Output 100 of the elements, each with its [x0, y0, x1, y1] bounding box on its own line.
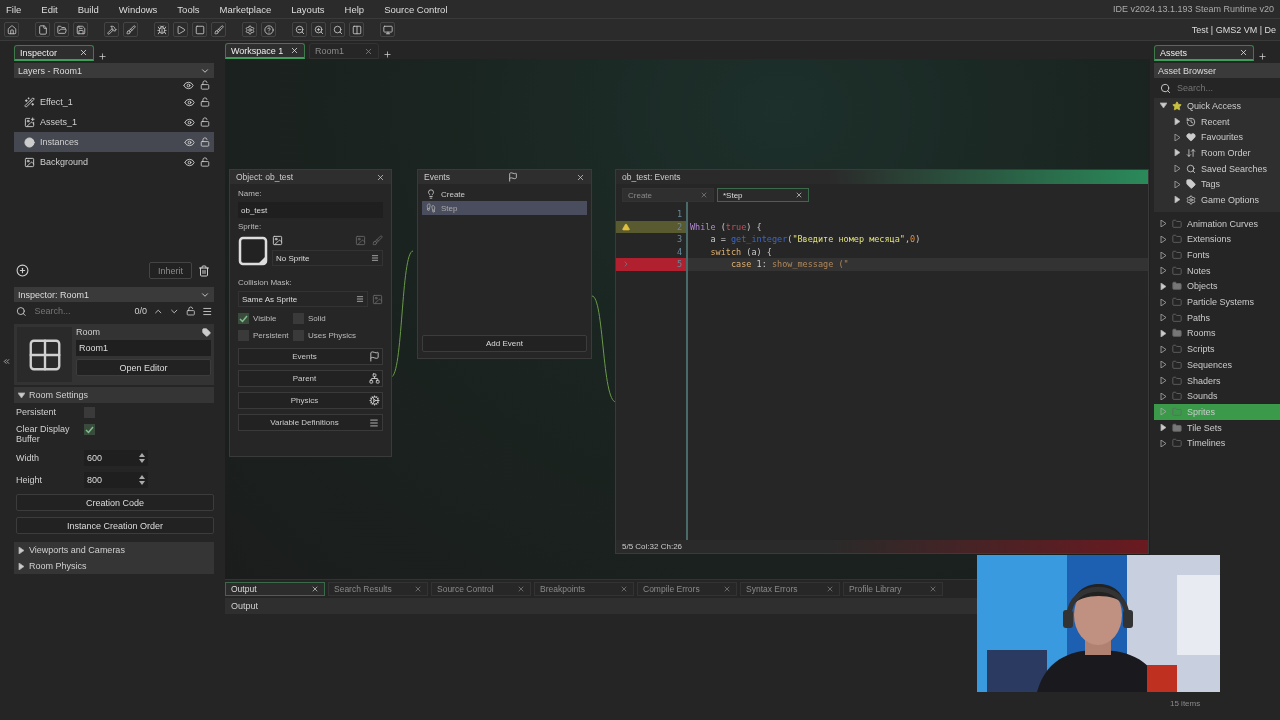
number-field[interactable]: 800	[84, 472, 148, 488]
object-button[interactable]: Variable Definitions	[238, 414, 383, 431]
tree-item[interactable]: Sequences	[1154, 357, 1280, 373]
expand-arrow-icon[interactable]	[1174, 149, 1181, 157]
expand-arrow-icon[interactable]	[1174, 165, 1181, 173]
collapse-arrow-icon[interactable]	[18, 391, 25, 399]
folder-icon[interactable]	[54, 22, 69, 37]
brush-icon[interactable]	[211, 22, 226, 37]
menu-item[interactable]: File	[6, 3, 22, 15]
tree-item[interactable]: Shaders	[1154, 372, 1280, 389]
tree-item[interactable]: Tile Sets	[1154, 419, 1280, 436]
expand-arrow-icon[interactable]	[1160, 439, 1167, 447]
object-button[interactable]: Parent	[238, 370, 383, 387]
layer-row[interactable]: Assets_1	[14, 112, 214, 132]
menu-item[interactable]: Tools	[177, 3, 200, 15]
tree-item[interactable]: Extensions	[1154, 231, 1280, 248]
panel-tab[interactable]: Assets	[1154, 45, 1254, 61]
object-button[interactable]: Events	[238, 348, 383, 365]
search-icon[interactable]	[330, 22, 345, 37]
expand-arrow-icon[interactable]	[1160, 235, 1167, 243]
section-header[interactable]: Room Physics	[14, 558, 214, 574]
menu-icon[interactable]	[371, 254, 379, 262]
expand-arrow-icon[interactable]	[1160, 345, 1167, 353]
expand-arrow-icon[interactable]	[1160, 377, 1167, 385]
menu-item[interactable]: Layouts	[291, 3, 325, 15]
output-tab[interactable]: Source Control	[431, 582, 531, 596]
code-tab[interactable]: Create	[622, 188, 714, 202]
close-icon[interactable]	[364, 46, 373, 56]
expand-arrow-icon[interactable]	[18, 562, 25, 570]
collapse-panel-icon[interactable]	[2, 357, 11, 366]
event-item[interactable]: Create	[422, 187, 587, 201]
trash-icon[interactable]	[198, 264, 210, 277]
tree-item[interactable]: Rooms	[1154, 325, 1280, 342]
tree-item[interactable]: Saved Searches	[1154, 160, 1280, 177]
settings-icon[interactable]	[242, 22, 257, 37]
tree-item[interactable]: Objects	[1154, 278, 1280, 295]
help-icon[interactable]	[261, 22, 276, 37]
eye-icon[interactable]	[183, 79, 194, 91]
checkbox[interactable]	[84, 424, 95, 435]
close-icon[interactable]	[376, 172, 385, 182]
menu-item[interactable]: Windows	[118, 3, 158, 15]
tree-item[interactable]: Timelines	[1154, 435, 1280, 452]
name-field[interactable]: ob_test	[238, 202, 383, 218]
tag-icon[interactable]	[202, 327, 211, 337]
expand-arrow-icon[interactable]	[1174, 118, 1181, 126]
workspace-tab[interactable]: Workspace 1	[225, 43, 305, 59]
settings-button[interactable]: Creation Code	[16, 494, 214, 511]
monitor-icon[interactable]	[380, 22, 395, 37]
code-tab[interactable]: *Step	[717, 188, 809, 202]
lock-icon[interactable]	[200, 97, 210, 107]
tree-item[interactable]: Sounds	[1154, 388, 1280, 405]
object-button[interactable]: Physics	[238, 392, 383, 409]
menu-item[interactable]: Help	[344, 3, 365, 15]
lock-icon[interactable]	[200, 137, 210, 147]
checkbox[interactable]	[238, 313, 249, 324]
expand-arrow-icon[interactable]	[1160, 424, 1167, 432]
zoom-in-icon[interactable]	[311, 22, 326, 37]
expand-arrow-icon[interactable]	[18, 546, 25, 554]
settings-button[interactable]: Instance Creation Order	[16, 517, 214, 534]
play-icon[interactable]	[173, 22, 188, 37]
expand-arrow-icon[interactable]	[1160, 361, 1167, 369]
tree-item[interactable]: Favourites	[1154, 129, 1280, 146]
layer-row[interactable]: Background	[14, 152, 214, 172]
section-header[interactable]: Viewports and Cameras	[14, 542, 214, 558]
layers-dropdown[interactable]: Layers - Room1	[14, 63, 214, 78]
bug-icon[interactable]	[154, 22, 169, 37]
expand-arrow-icon[interactable]	[1160, 267, 1167, 275]
tree-item[interactable]: Tags	[1154, 176, 1280, 193]
add-tab-icon[interactable]	[383, 50, 392, 59]
eye-icon[interactable]	[184, 116, 195, 128]
output-tab[interactable]: Syntax Errors	[740, 582, 840, 596]
tree-item[interactable]: Paths	[1154, 309, 1280, 326]
spinner-icon[interactable]	[139, 453, 145, 463]
eye-icon[interactable]	[184, 96, 195, 108]
open-editor-button[interactable]: Open Editor	[76, 359, 211, 376]
section-header[interactable]: Room Settings	[14, 387, 214, 403]
menu-icon[interactable]	[356, 295, 364, 303]
tree-item[interactable]: Game Options	[1154, 192, 1280, 208]
expand-arrow-icon[interactable]	[1160, 298, 1167, 306]
add-tab-icon[interactable]	[98, 52, 107, 61]
zoom-out-icon[interactable]	[292, 22, 307, 37]
expand-arrow-icon[interactable]	[1160, 220, 1167, 228]
output-tab[interactable]: Profile Library	[843, 582, 943, 596]
lock-icon[interactable]	[200, 117, 210, 127]
add-tab-icon[interactable]	[1258, 52, 1267, 61]
menu-icon[interactable]	[201, 305, 212, 317]
menu-item[interactable]: Edit	[41, 3, 58, 15]
tree-item[interactable]: Particle Systems	[1154, 294, 1280, 310]
save-icon[interactable]	[73, 22, 88, 37]
sprite-dropdown[interactable]: No Sprite	[272, 250, 383, 266]
room-name-field[interactable]: Room1	[76, 340, 211, 356]
stop-icon[interactable]	[192, 22, 207, 37]
expand-arrow-icon[interactable]	[1160, 392, 1167, 400]
menu-item[interactable]: Build	[77, 3, 99, 15]
menu-item[interactable]: Source Control	[384, 3, 448, 15]
add-layer-icon[interactable]	[16, 264, 29, 277]
output-tab[interactable]: Compile Errors	[637, 582, 737, 596]
output-tab[interactable]: Output	[225, 582, 325, 596]
expand-arrow-icon[interactable]	[1160, 282, 1167, 290]
expand-arrow-icon[interactable]	[1160, 329, 1167, 337]
